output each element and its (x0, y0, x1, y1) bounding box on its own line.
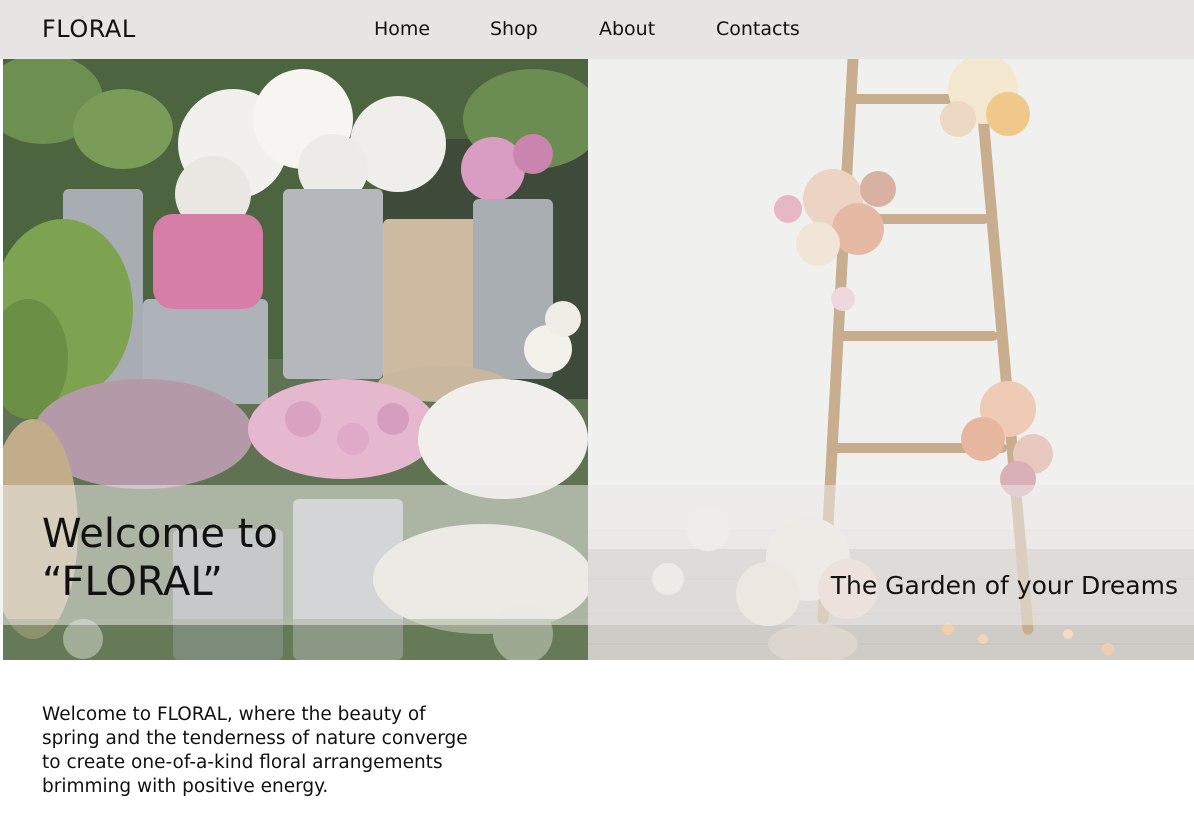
hero-title: Welcome to “FLORAL” (42, 510, 278, 606)
hero-title-line2: “FLORAL” (42, 559, 223, 605)
nav-link-about[interactable]: About (599, 17, 655, 41)
nav-link-home[interactable]: Home (374, 17, 430, 41)
nav-link-shop[interactable]: Shop (490, 17, 538, 41)
intro-paragraph: Welcome to FLORAL, where the beauty of s… (42, 704, 468, 797)
site-logo[interactable]: FLORAL (42, 14, 136, 44)
hero-section: Welcome to “FLORAL” The Garden of your D… (0, 59, 1194, 660)
nav-link-contacts[interactable]: Contacts (716, 17, 800, 41)
hero-tagline: The Garden of your Dreams (830, 571, 1178, 600)
site-header: FLORAL Home Shop About Contacts (0, 0, 1194, 59)
hero-title-line1: Welcome to (42, 511, 278, 557)
